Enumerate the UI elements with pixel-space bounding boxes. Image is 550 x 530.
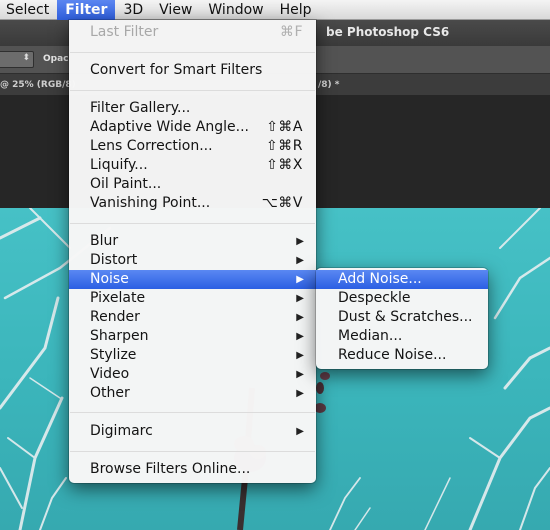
menu-item-digimarc[interactable]: Digimarc ▶ — [69, 422, 316, 441]
menu-item-video[interactable]: Video ▶ — [69, 365, 316, 384]
menu-item-blur[interactable]: Blur ▶ — [69, 232, 316, 251]
menu-item-median[interactable]: Median... — [316, 327, 488, 346]
menu-item-label: Add Noise... — [338, 271, 422, 287]
submenu-arrow-icon: ▶ — [296, 350, 304, 361]
menu-item-reduce-noise[interactable]: Reduce Noise... — [316, 346, 488, 365]
menu-item-browse-filters-online[interactable]: Browse Filters Online... — [69, 460, 316, 479]
menu-filter[interactable]: Filter — [57, 0, 116, 20]
submenu-arrow-icon: ▶ — [296, 369, 304, 380]
shortcut-label: ⌥⌘V — [261, 195, 303, 211]
menu-item-despeckle[interactable]: Despeckle — [316, 289, 488, 308]
menu-item-label: Noise — [90, 271, 129, 287]
menu-item-label: Last Filter — [90, 24, 159, 40]
menu-item-label: Vanishing Point... — [90, 195, 211, 211]
submenu-arrow-icon: ▶ — [296, 255, 304, 266]
submenu-arrow-icon: ▶ — [296, 331, 304, 342]
menu-separator — [70, 223, 315, 224]
menu-item-label: Lens Correction... — [90, 138, 213, 154]
menu-window[interactable]: Window — [200, 0, 271, 20]
submenu-arrow-icon: ▶ — [296, 312, 304, 323]
menu-item-label: Reduce Noise... — [338, 347, 447, 363]
noise-submenu: Add Noise... Despeckle Dust & Scratches.… — [316, 268, 488, 369]
menu-separator — [70, 412, 315, 413]
menu-item-add-noise[interactable]: Add Noise... — [316, 270, 488, 289]
submenu-arrow-icon: ▶ — [296, 426, 304, 437]
menu-item-label: Video — [90, 366, 130, 382]
menu-item-label: Sharpen — [90, 328, 149, 344]
menu-help[interactable]: Help — [272, 0, 320, 20]
menu-item-label: Liquify... — [90, 157, 148, 173]
menu-item-convert-smart-filters[interactable]: Convert for Smart Filters — [69, 61, 316, 80]
stepper-icon: ⬍ — [22, 53, 30, 63]
menu-item-dust-scratches[interactable]: Dust & Scratches... — [316, 308, 488, 327]
menu-item-label: Blur — [90, 233, 119, 249]
menu-item-label: Render — [90, 309, 140, 325]
menu-item-label: Adaptive Wide Angle... — [90, 119, 249, 135]
menu-item-label: Stylize — [90, 347, 137, 363]
menu-item-oil-paint[interactable]: Oil Paint... — [69, 175, 316, 194]
menu-item-stylize[interactable]: Stylize ▶ — [69, 346, 316, 365]
menu-item-label: Other — [90, 385, 130, 401]
menu-item-label: Despeckle — [338, 290, 411, 306]
menu-item-label: Digimarc — [90, 423, 153, 439]
submenu-arrow-icon: ▶ — [296, 236, 304, 247]
menu-item-vanishing-point[interactable]: Vanishing Point... ⌥⌘V — [69, 194, 316, 213]
app-title: be Photoshop CS6 — [326, 25, 450, 39]
menu-select[interactable]: Select — [0, 0, 57, 20]
menu-item-distort[interactable]: Distort ▶ — [69, 251, 316, 270]
menu-separator — [70, 451, 315, 452]
submenu-arrow-icon: ▶ — [296, 274, 304, 285]
document-tab-right[interactable]: /8) * — [318, 80, 340, 90]
shortcut-label: ⌘F — [279, 24, 303, 40]
shortcut-label: ⇧⌘X — [266, 157, 303, 173]
menu-item-lens-correction[interactable]: Lens Correction... ⇧⌘R — [69, 137, 316, 156]
menu-item-noise[interactable]: Noise ▶ — [69, 270, 316, 289]
menu-view[interactable]: View — [151, 0, 200, 20]
submenu-arrow-icon: ▶ — [296, 293, 304, 304]
mac-menubar: Select Filter 3D View Window Help — [0, 0, 550, 20]
menu-item-label: Pixelate — [90, 290, 146, 306]
document-tab-left[interactable]: @ 25% (RGB/8) — [0, 80, 76, 90]
menu-item-adaptive-wide-angle[interactable]: Adaptive Wide Angle... ⇧⌘A — [69, 118, 316, 137]
menu-item-label: Filter Gallery... — [90, 100, 191, 116]
menu-item-filter-gallery[interactable]: Filter Gallery... — [69, 99, 316, 118]
menu-separator — [70, 52, 315, 53]
menu-item-last-filter: Last Filter ⌘F — [69, 23, 316, 42]
submenu-arrow-icon: ▶ — [296, 388, 304, 399]
shortcut-label: ⇧⌘R — [266, 138, 303, 154]
menu-item-label: Distort — [90, 252, 138, 268]
menu-item-label: Browse Filters Online... — [90, 461, 251, 477]
menu-item-sharpen[interactable]: Sharpen ▶ — [69, 327, 316, 346]
menu-item-other[interactable]: Other ▶ — [69, 384, 316, 403]
tool-preset-select[interactable]: ⬍ — [0, 51, 34, 68]
menu-item-liquify[interactable]: Liquify... ⇧⌘X — [69, 156, 316, 175]
menu-item-pixelate[interactable]: Pixelate ▶ — [69, 289, 316, 308]
shortcut-label: ⇧⌘A — [266, 119, 303, 135]
opacity-label: Opac — [43, 54, 69, 64]
menu-item-label: Median... — [338, 328, 403, 344]
menu-item-label: Oil Paint... — [90, 176, 162, 192]
menu-separator — [70, 90, 315, 91]
menu-item-label: Convert for Smart Filters — [90, 62, 263, 78]
filter-menu: Last Filter ⌘F Convert for Smart Filters… — [69, 20, 316, 483]
menu-item-render[interactable]: Render ▶ — [69, 308, 316, 327]
menu-item-label: Dust & Scratches... — [338, 309, 473, 325]
menu-3d[interactable]: 3D — [115, 0, 151, 20]
